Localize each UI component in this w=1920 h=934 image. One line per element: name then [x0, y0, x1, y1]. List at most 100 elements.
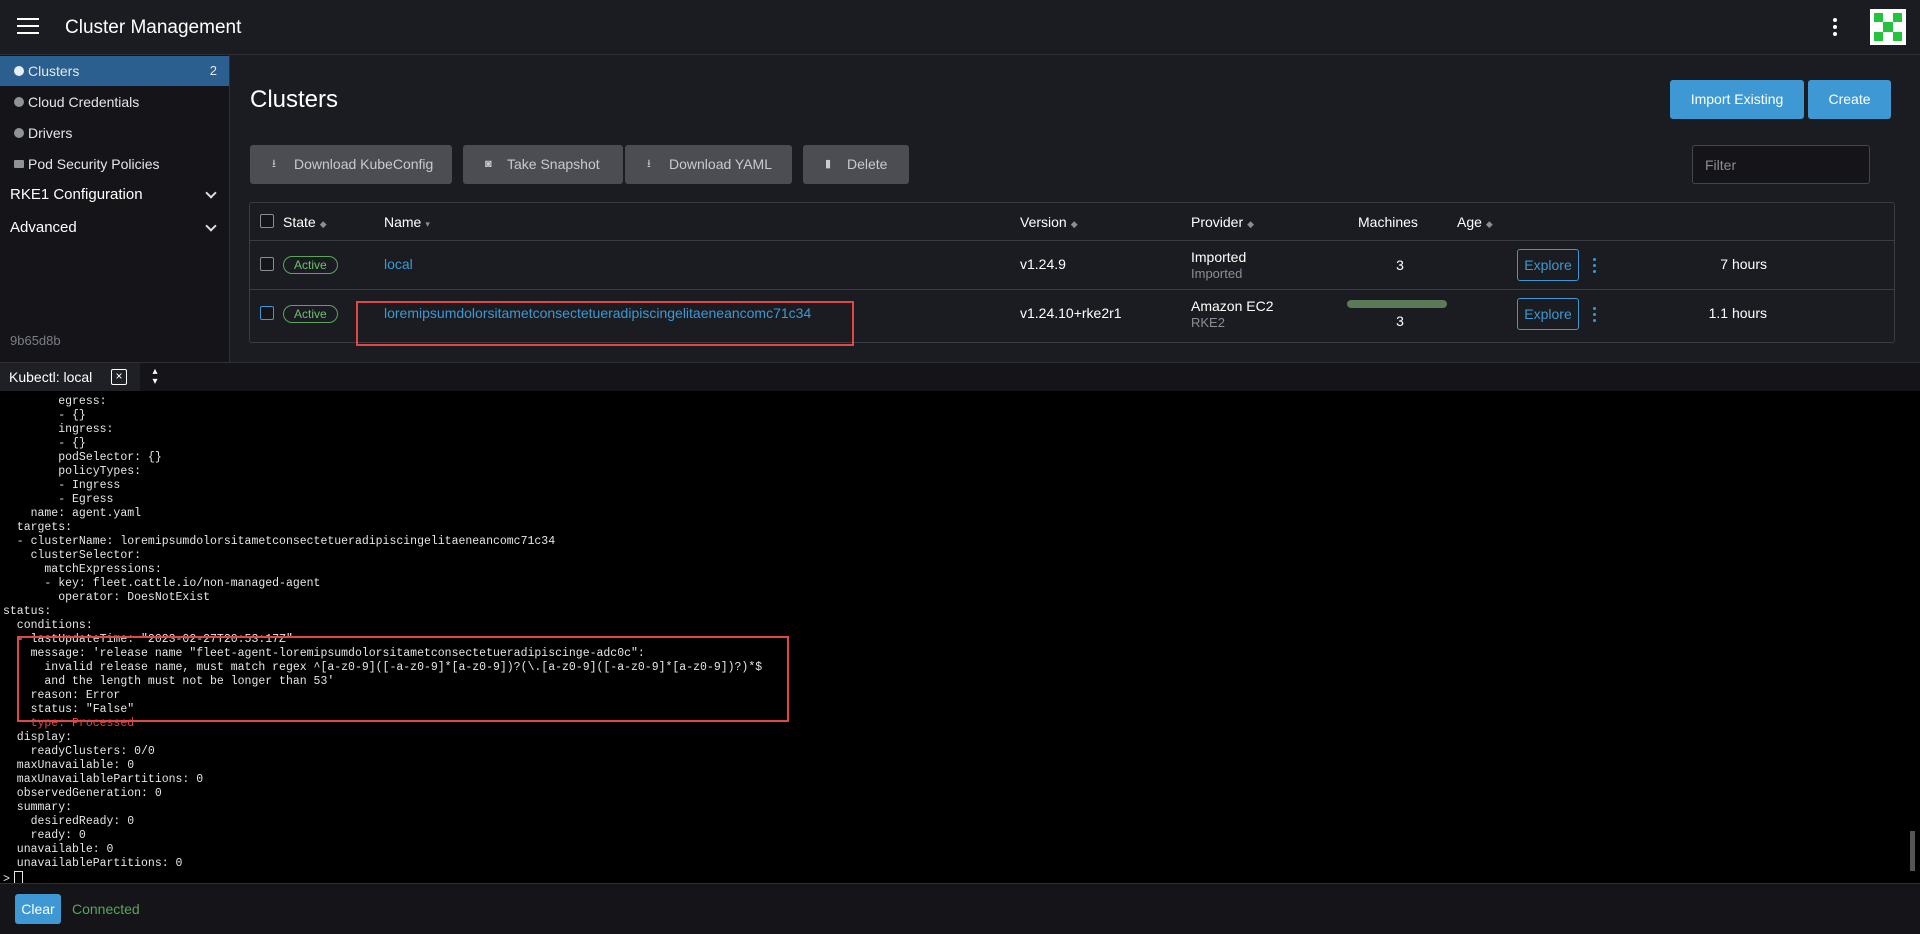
connection-status: Connected	[72, 901, 140, 917]
terminal-line: ready: 0	[3, 829, 86, 842]
column-header-age[interactable]: Age ◆	[1457, 214, 1493, 230]
terminal-line: desiredReady: 0	[3, 815, 135, 828]
kubectl-terminal[interactable]: egress: - {} ingress: - {} podSelector: …	[0, 391, 1920, 883]
status-badge: Active	[283, 305, 338, 323]
main-content: Clusters Import Existing Create ⭳ Downlo…	[230, 55, 1920, 362]
chevron-down-icon	[205, 220, 217, 232]
cluster-age: 7 hours	[1720, 256, 1767, 272]
cluster-name-link[interactable]: loremipsumdolorsitametconsectetueradipis…	[384, 305, 811, 321]
sidebar-item-cloud-credentials[interactable]: Cloud Credentials	[0, 87, 229, 117]
app-title: Cluster Management	[65, 17, 242, 38]
download-kubeconfig-button[interactable]: ⭳ Download KubeConfig	[250, 145, 452, 184]
filter-input[interactable]	[1692, 145, 1870, 184]
explore-button[interactable]: Explore	[1517, 249, 1579, 281]
machine-count: 3	[1396, 313, 1404, 329]
download-icon: ⭳	[272, 158, 276, 170]
terminal-line: targets:	[3, 521, 73, 534]
terminal-line: - Ingress	[3, 479, 121, 492]
terminal-line: display:	[3, 731, 73, 744]
terminal-line: matchExpressions:	[3, 563, 162, 576]
sidebar-group-label: Advanced	[10, 219, 77, 236]
terminal-line: - Egress	[3, 493, 114, 506]
column-header-name[interactable]: Name ▾	[384, 214, 430, 230]
sidebar-group-advanced[interactable]: Advanced	[0, 214, 229, 242]
column-label: Age	[1457, 214, 1482, 230]
take-snapshot-button[interactable]: ◙ Take Snapshot	[463, 145, 623, 184]
sidebar-item-count: 2	[209, 63, 217, 78]
row-checkbox[interactable]	[260, 306, 274, 320]
tab-kubectl-local[interactable]: Kubectl: local ×	[0, 363, 140, 391]
sidebar-item-label: Drivers	[28, 125, 73, 141]
clear-button[interactable]: Clear	[15, 894, 61, 924]
row-checkbox[interactable]	[260, 257, 274, 271]
terminal-line: unavailablePartitions: 0	[3, 857, 183, 870]
sort-icon: ◆	[1247, 219, 1255, 229]
sidebar-item-pod-security-policies[interactable]: Pod Security Policies	[0, 149, 229, 179]
kubectl-tab-bar: Kubectl: local × ▴ ▾	[0, 362, 1920, 392]
page-title: Clusters	[250, 86, 339, 113]
column-header-state[interactable]: State ◆	[283, 214, 327, 230]
sidebar-group-label: RKE1 Configuration	[10, 186, 143, 203]
column-header-version[interactable]: Version ◆	[1020, 214, 1078, 230]
terminal-line: - {}	[3, 409, 86, 422]
sidebar-item-drivers[interactable]: Drivers	[0, 118, 229, 148]
download-icon: ⭳	[647, 158, 651, 170]
cluster-version: v1.24.10+rke2r1	[1020, 305, 1122, 321]
cluster-version: v1.24.9	[1020, 256, 1066, 272]
explore-button[interactable]: Explore	[1517, 298, 1579, 330]
column-header-provider[interactable]: Provider ◆	[1191, 214, 1254, 230]
terminal-line: maxUnavailablePartitions: 0	[3, 773, 204, 786]
cluster-name-link[interactable]: local	[384, 256, 413, 272]
more-vertical-icon[interactable]	[1826, 16, 1844, 38]
terminal-line: and the length must not be longer than 5…	[3, 675, 335, 688]
cluster-provider: Amazon EC2	[1191, 298, 1274, 314]
menu-icon[interactable]	[17, 18, 39, 35]
row-actions-icon[interactable]	[1589, 255, 1601, 275]
button-label: Download KubeConfig	[294, 156, 434, 172]
terminal-line: message: 'release name "fleet-agent-lore…	[3, 647, 645, 660]
sort-down-icon: ▾	[425, 219, 430, 229]
sidebar: Clusters 2 Cloud Credentials Drivers Pod…	[0, 55, 230, 362]
chevron-down-icon	[205, 187, 217, 199]
machine-progress-bar	[1347, 300, 1447, 308]
clusters-table: State ◆ Name ▾ Version ◆ Provider ◆ Machines…	[249, 202, 1895, 343]
terminal-line: policyTypes:	[3, 465, 142, 478]
dot-icon	[14, 128, 24, 138]
column-label: State	[283, 214, 316, 230]
terminal-line: clusterSelector:	[3, 549, 142, 562]
sidebar-group-rke1-configuration[interactable]: RKE1 Configuration	[0, 181, 229, 209]
user-avatar[interactable]	[1870, 9, 1906, 45]
row-actions-icon[interactable]	[1589, 304, 1601, 324]
close-icon[interactable]: ×	[111, 369, 127, 385]
download-yaml-button[interactable]: ⭳ Download YAML	[625, 145, 792, 184]
terminal-line: invalid release name, must match regex ^…	[3, 661, 763, 674]
terminal-line: conditions:	[3, 619, 93, 632]
table-header: State ◆ Name ▾ Version ◆ Provider ◆ Machines…	[250, 203, 1894, 241]
import-existing-button[interactable]: Import Existing	[1670, 80, 1804, 119]
terminal-line: name: agent.yaml	[3, 507, 142, 520]
terminal-line: operator: DoesNotExist	[3, 591, 211, 604]
expand-collapse-icon[interactable]: ▴ ▾	[146, 367, 164, 387]
terminal-line: type: Processed	[3, 717, 135, 730]
cluster-age: 1.1 hours	[1708, 305, 1767, 321]
terminal-prompt[interactable]: >	[3, 871, 23, 883]
cluster-icon	[14, 66, 24, 76]
terminal-line: podSelector: {}	[3, 451, 162, 464]
column-label: Version	[1020, 214, 1067, 230]
terminal-line: - {}	[3, 437, 86, 450]
button-label: Take Snapshot	[507, 156, 600, 172]
terminal-scrollbar[interactable]	[1910, 831, 1915, 871]
cluster-provider: Imported	[1191, 249, 1247, 265]
delete-button[interactable]: ▮ Delete	[803, 145, 909, 184]
camera-icon: ◙	[485, 158, 492, 170]
sidebar-item-clusters[interactable]: Clusters 2	[0, 56, 229, 86]
select-all-checkbox[interactable]	[260, 214, 274, 228]
create-button[interactable]: Create	[1808, 80, 1891, 119]
terminal-line: summary:	[3, 801, 73, 814]
terminal-line: maxUnavailable: 0	[3, 759, 135, 772]
column-label: Name	[384, 214, 422, 230]
top-header: Cluster Management	[0, 0, 1920, 55]
cluster-provider-sub: Imported	[1191, 266, 1243, 281]
sort-icon: ◆	[319, 219, 327, 229]
terminal-line: - key: fleet.cattle.io/non-managed-agent	[3, 577, 321, 590]
